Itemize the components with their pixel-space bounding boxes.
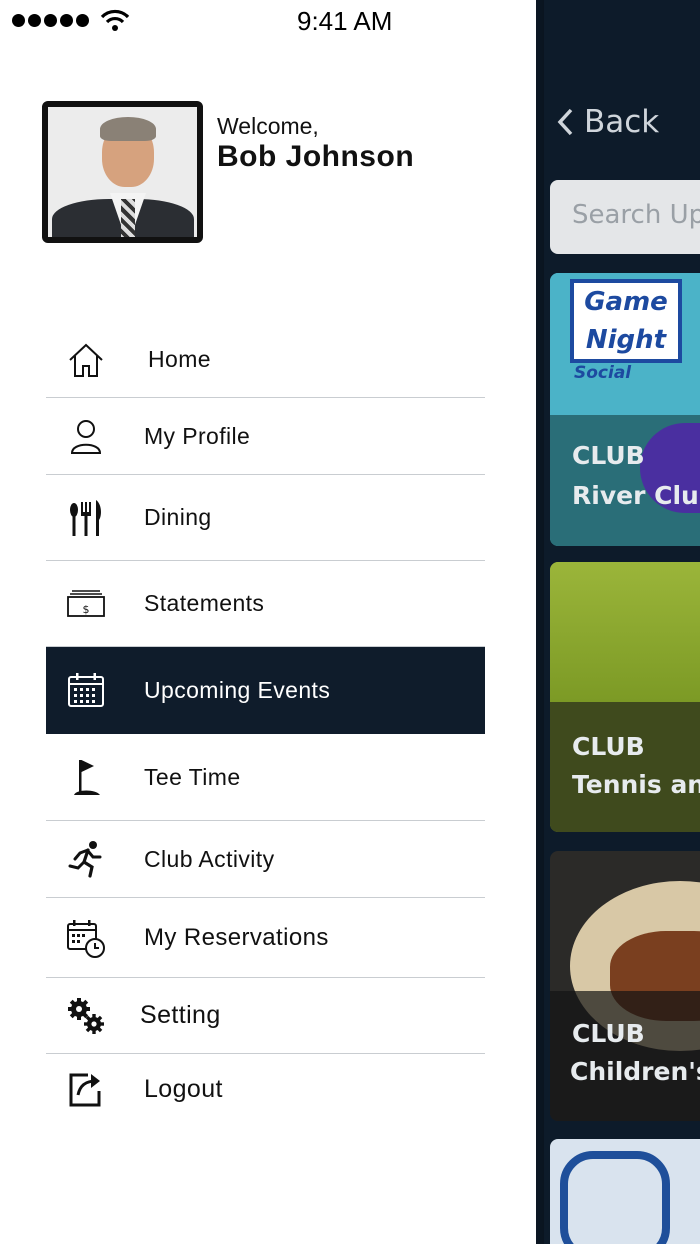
user-icon [64,414,108,458]
side-drawer: 9:41 AM Welcome, Bob Johnson Home My Pro… [0,0,536,1244]
menu-item-upcoming-events[interactable]: Upcoming Events [46,647,485,734]
event-card[interactable]: Game Night Social CLUB River Club [550,273,700,546]
drawer-menu: Home My Profile Dining $ Statements Upco… [46,322,485,1124]
menu-item-setting[interactable]: Setting [46,978,485,1054]
menu-item-my-profile[interactable]: My Profile [46,398,485,475]
menu-item-label: Dining [144,504,212,530]
card-category: CLUB [572,441,645,470]
menu-item-label: Logout [144,1074,223,1103]
menu-item-logout[interactable]: Logout [46,1054,485,1124]
golf-flag-icon [64,755,108,799]
svg-text:$: $ [83,603,90,616]
menu-item-label: Setting [140,1001,221,1029]
events-page-background: Back Search Up Game Night Social CLUB Ri… [536,0,700,1244]
chevron-left-icon [557,108,573,136]
menu-item-label: Statements [144,590,265,616]
menu-item-statements[interactable]: $ Statements [46,561,485,647]
menu-item-label: Tee Time [144,763,241,790]
status-bar: 9:41 AM [0,0,536,42]
card-title: Children's [570,1057,700,1086]
card-category: CLUB [572,732,645,761]
menu-item-dining[interactable]: Dining [46,475,485,561]
back-label: Back [584,104,660,140]
event-card[interactable]: CLUB Tennis and [550,562,700,832]
gears-icon [64,994,108,1038]
avatar[interactable] [42,101,203,243]
calendar-icon [64,668,108,712]
status-time: 9:41 AM [297,6,393,36]
menu-item-label: Upcoming Events [144,676,331,703]
menu-item-my-reservations[interactable]: My Reservations [46,898,485,978]
event-card[interactable]: CLUB Children's [550,851,700,1121]
menu-item-home[interactable]: Home [46,322,485,398]
menu-item-club-activity[interactable]: Club Activity [46,821,485,898]
menu-item-label: My Profile [144,422,251,449]
event-card[interactable] [550,1139,700,1244]
running-icon [64,837,108,881]
menu-item-tee-time[interactable]: Tee Time [46,734,485,821]
menu-item-label: Club Activity [144,845,275,872]
menu-item-label: My Reservations [144,923,329,951]
utensils-icon [64,496,108,540]
search-input[interactable]: Search Up [550,180,700,254]
back-button[interactable]: Back [556,104,659,140]
card-title: Tennis and [572,770,700,799]
card-title: River Club [572,481,700,510]
event-poster: Game Night [570,279,682,363]
search-placeholder: Search Up [572,200,700,230]
card-category: CLUB [572,1019,645,1048]
logout-icon [64,1067,108,1111]
welcome-text: Welcome, [217,113,319,139]
user-name: Bob Johnson [217,140,415,173]
signal-icon [12,14,89,27]
calendar-clock-icon [64,916,108,960]
menu-item-label: Home [148,346,211,372]
wifi-icon [100,9,130,31]
home-icon [64,338,108,382]
money-icon: $ [64,582,108,626]
